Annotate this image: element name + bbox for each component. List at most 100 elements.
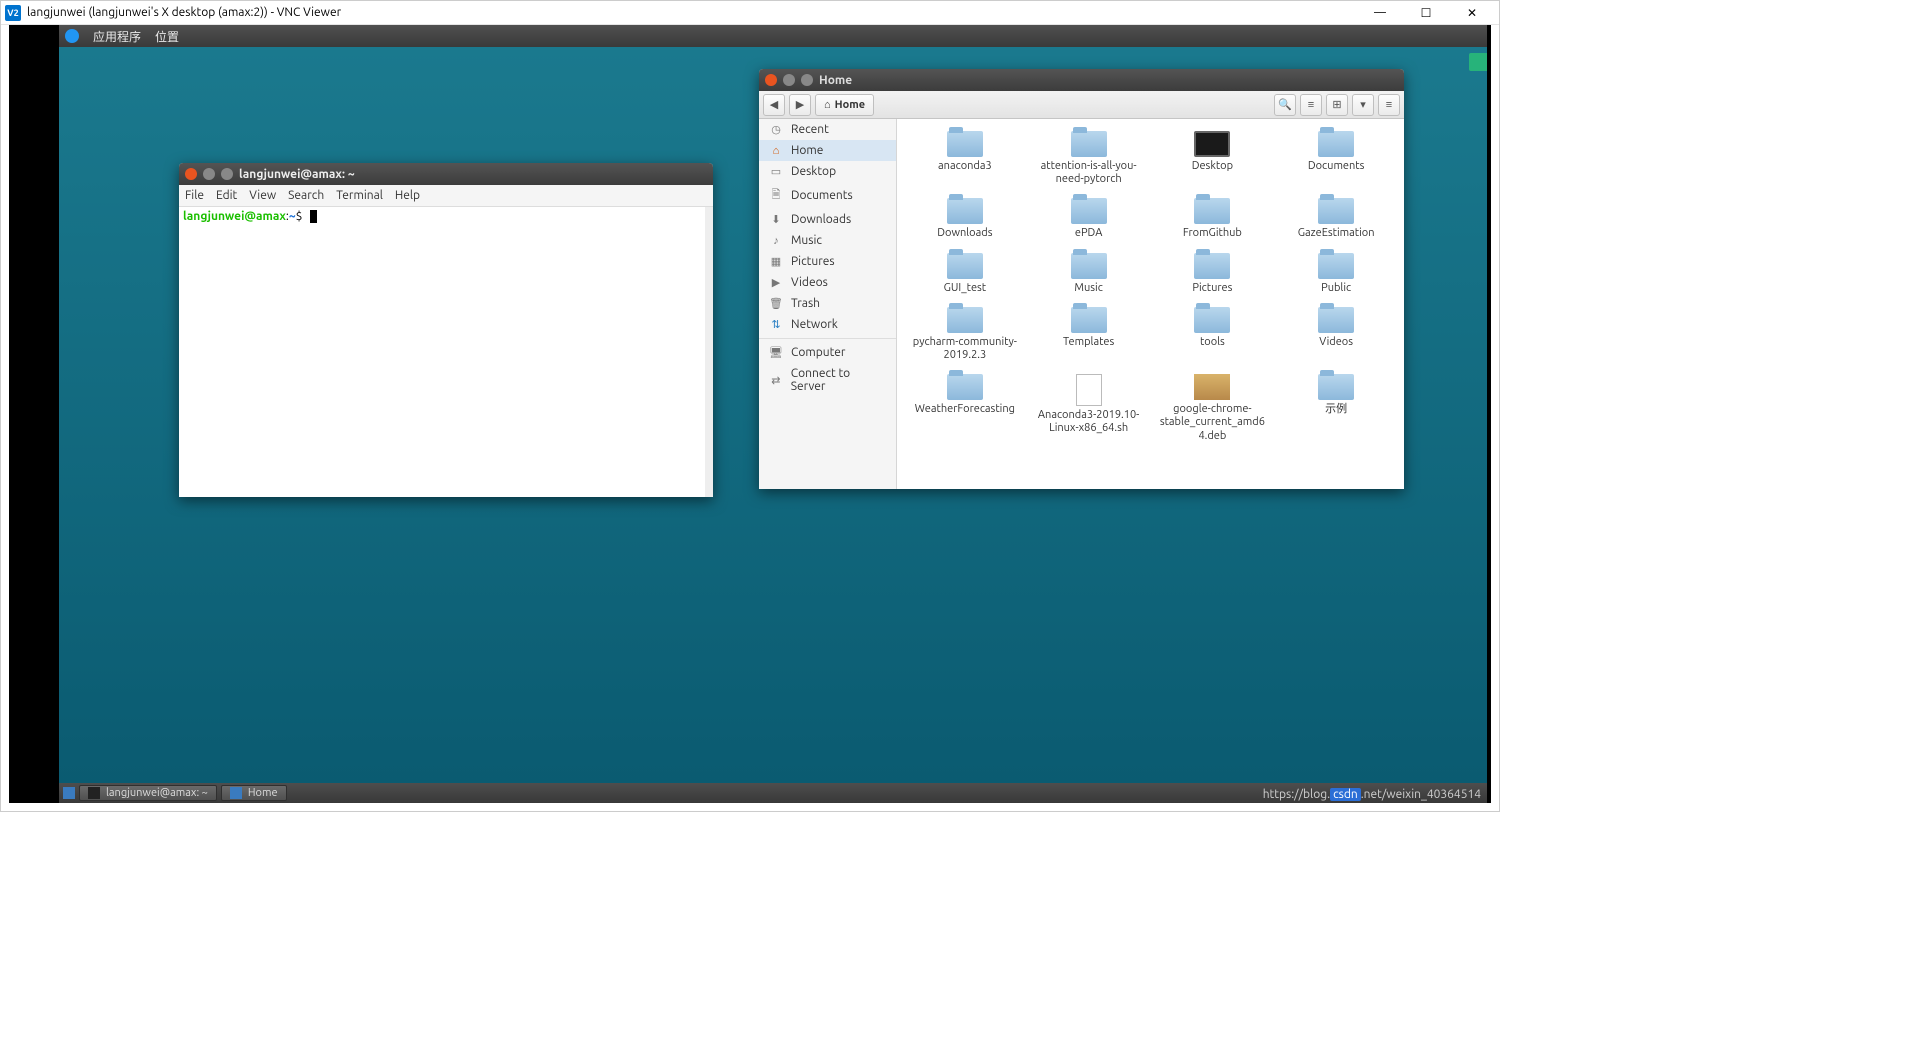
- file-label: WeatherForecasting: [915, 403, 1015, 416]
- xfce-logo-icon: [65, 29, 79, 43]
- file-item[interactable]: Desktop: [1151, 127, 1275, 190]
- vnc-titlebar[interactable]: V2 langjunwei (langjunwei's X desktop (a…: [1, 1, 1499, 25]
- view-grid-button[interactable]: ⊞: [1326, 94, 1348, 116]
- file-label: tools: [1200, 336, 1225, 349]
- file-item[interactable]: google-chrome-stable_current_amd64.deb: [1151, 370, 1275, 447]
- sidebar-item-trash[interactable]: 🗑Trash: [759, 293, 896, 314]
- terminal-body[interactable]: langjunwei@amax:~$: [179, 207, 705, 497]
- file-item[interactable]: pycharm-community-2019.2.3: [903, 303, 1027, 366]
- fm-sidebar: ◷Recent ⌂Home ▭Desktop 🗎Documents ⬇Downl…: [759, 119, 897, 489]
- file-label: pycharm-community-2019.2.3: [910, 336, 1020, 362]
- file-item[interactable]: GazeEstimation: [1274, 194, 1398, 244]
- search-button[interactable]: 🔍: [1274, 94, 1296, 116]
- prompt-path: ~: [289, 210, 296, 223]
- desktop-icon: ▭: [769, 165, 783, 178]
- sidebar-item-home[interactable]: ⌂Home: [759, 140, 896, 161]
- panel-applications[interactable]: 应用程序: [93, 28, 141, 45]
- sidebar-item-videos[interactable]: ▶Videos: [759, 272, 896, 293]
- terminal-menubar: File Edit View Search Terminal Help: [179, 185, 713, 207]
- close-button[interactable]: ✕: [1449, 3, 1495, 23]
- menu-search[interactable]: Search: [288, 189, 324, 202]
- file-item[interactable]: Public: [1274, 249, 1398, 299]
- menu-edit[interactable]: Edit: [216, 189, 237, 202]
- window-maximize-icon[interactable]: [801, 74, 813, 86]
- show-desktop-icon[interactable]: [63, 787, 75, 799]
- menu-file[interactable]: File: [185, 189, 204, 202]
- terminal-window[interactable]: langjunwei@amax: ~ File Edit View Search…: [179, 163, 713, 497]
- folder-icon: [947, 198, 983, 224]
- fm-file-grid[interactable]: anaconda3 attention-is-all-you-need-pytor…: [897, 119, 1404, 489]
- server-icon: ⇄: [769, 374, 783, 387]
- menu-view[interactable]: View: [249, 189, 276, 202]
- file-item[interactable]: attention-is-all-you-need-pytorch: [1027, 127, 1151, 190]
- window-minimize-icon[interactable]: [783, 74, 795, 86]
- folder-icon: [1071, 253, 1107, 279]
- watermark-text: https://blog.csdn.net/weixin_40364514: [1263, 788, 1481, 801]
- taskbar-item-terminal[interactable]: langjunwei@amax: ~: [79, 785, 217, 801]
- minimize-button[interactable]: —: [1357, 3, 1403, 23]
- folder-icon: [230, 787, 242, 799]
- nav-forward-button[interactable]: ▶: [789, 94, 811, 116]
- sidebar-item-music[interactable]: ♪Music: [759, 230, 896, 251]
- folder-icon: [1318, 198, 1354, 224]
- menu-terminal[interactable]: Terminal: [336, 189, 383, 202]
- menu-help[interactable]: Help: [395, 189, 420, 202]
- sidebar-item-connect-server[interactable]: ⇄Connect to Server: [759, 363, 896, 397]
- sidebar-item-pictures[interactable]: ▦Pictures: [759, 251, 896, 272]
- file-item[interactable]: 示例: [1274, 370, 1398, 447]
- terminal-cursor: [310, 210, 317, 223]
- music-icon: ♪: [769, 235, 783, 247]
- terminal-titlebar[interactable]: langjunwei@amax: ~: [179, 163, 713, 185]
- file-item[interactable]: Music: [1027, 249, 1151, 299]
- folder-icon: [1194, 198, 1230, 224]
- window-close-icon[interactable]: [765, 74, 777, 86]
- sidebar-item-desktop[interactable]: ▭Desktop: [759, 161, 896, 182]
- xfce-top-panel[interactable]: 应用程序 位置: [59, 25, 1487, 47]
- file-item[interactable]: Downloads: [903, 194, 1027, 244]
- file-item[interactable]: GUI_test: [903, 249, 1027, 299]
- file-label: 示例: [1325, 403, 1347, 416]
- file-label: attention-is-all-you-need-pytorch: [1034, 160, 1144, 186]
- xfce-bottom-taskbar[interactable]: langjunwei@amax: ~ Home https://blog.csd…: [59, 783, 1487, 803]
- maximize-button[interactable]: ☐: [1403, 3, 1449, 23]
- view-more-button[interactable]: ▾: [1352, 94, 1374, 116]
- panel-places[interactable]: 位置: [155, 28, 179, 45]
- taskbar-item-home[interactable]: Home: [221, 785, 287, 801]
- file-item[interactable]: Pictures: [1151, 249, 1275, 299]
- file-item[interactable]: Anaconda3-2019.10-Linux-x86_64.sh: [1027, 370, 1151, 447]
- file-item[interactable]: Templates: [1027, 303, 1151, 366]
- file-item[interactable]: tools: [1151, 303, 1275, 366]
- terminal-title: langjunwei@amax: ~: [239, 168, 355, 181]
- window-close-icon[interactable]: [185, 168, 197, 180]
- pictures-icon: ▦: [769, 255, 783, 268]
- window-maximize-icon[interactable]: [221, 168, 233, 180]
- folder-icon: [1071, 198, 1107, 224]
- nav-back-button[interactable]: ◀: [763, 94, 785, 116]
- sidebar-item-documents[interactable]: 🗎Documents: [759, 182, 896, 209]
- panel-handle-icon[interactable]: [1469, 53, 1487, 71]
- file-item[interactable]: Videos: [1274, 303, 1398, 366]
- file-manager-window[interactable]: Home ◀ ▶ ⌂ Home 🔍 ≡ ⊞ ▾ ≡: [759, 69, 1404, 489]
- file-item[interactable]: Documents: [1274, 127, 1398, 190]
- file-item[interactable]: ePDA: [1027, 194, 1151, 244]
- sidebar-item-recent[interactable]: ◷Recent: [759, 119, 896, 140]
- sidebar-item-computer[interactable]: 🖥Computer: [759, 342, 896, 363]
- file-item[interactable]: FromGithub: [1151, 194, 1275, 244]
- vnc-title: langjunwei (langjunwei's X desktop (amax…: [27, 6, 1357, 19]
- computer-icon: 🖥: [769, 346, 783, 359]
- sidebar-item-downloads[interactable]: ⬇Downloads: [759, 209, 896, 230]
- file-item[interactable]: anaconda3: [903, 127, 1027, 190]
- hamburger-menu-button[interactable]: ≡: [1378, 94, 1400, 116]
- file-item[interactable]: WeatherForecasting: [903, 370, 1027, 447]
- view-list-button[interactable]: ≡: [1300, 94, 1322, 116]
- file-label: Downloads: [937, 227, 992, 240]
- sidebar-item-network[interactable]: ⇅Network: [759, 314, 896, 335]
- nav-home-label: Home: [835, 99, 865, 111]
- fm-titlebar[interactable]: Home: [759, 69, 1404, 91]
- file-label: Pictures: [1192, 282, 1232, 295]
- xfce-desktop[interactable]: 应用程序 位置 langjunwei@amax: ~ File Edit Vie…: [59, 25, 1487, 803]
- nav-home-button[interactable]: ⌂ Home: [815, 94, 874, 116]
- terminal-scrollbar[interactable]: [705, 207, 713, 497]
- file-label: ePDA: [1075, 227, 1102, 240]
- window-minimize-icon[interactable]: [203, 168, 215, 180]
